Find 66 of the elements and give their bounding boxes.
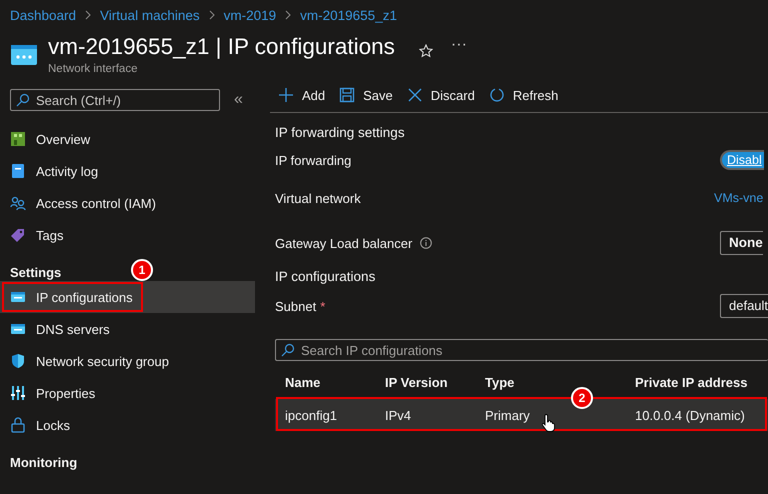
column-header[interactable]: Type: [485, 374, 514, 390]
chevron-icon: [208, 10, 216, 20]
chevron-icon: [284, 10, 292, 20]
callout-badge: 2: [571, 387, 593, 409]
sidebar-icon: [10, 289, 26, 305]
sidebar-item[interactable]: IP configurations: [0, 281, 255, 313]
sidebar-item[interactable]: DNS servers: [0, 313, 255, 345]
sidebar-icon: [10, 385, 26, 401]
network-link[interactable]: VMs-vne: [714, 191, 768, 205]
table-cell: Primary: [485, 408, 530, 422]
sidebar-item[interactable]: Network security group: [0, 345, 255, 377]
section-heading: IP forwarding settings: [275, 125, 406, 142]
toolbar-button[interactable]: Discard: [406, 87, 475, 103]
toolbar-button[interactable]: Save: [339, 87, 393, 103]
dropdown[interactable]: default: [720, 294, 768, 318]
sidebar-icon: [10, 227, 26, 243]
sidebar-icon: [10, 163, 26, 179]
breadcrumb-link[interactable]: Virtual machines: [100, 8, 200, 22]
search-icon: [16, 93, 30, 107]
column-header[interactable]: Name: [285, 374, 320, 390]
refresh-icon: [488, 87, 505, 103]
sidebar-item[interactable]: Tags: [0, 219, 255, 251]
sidebar-icon: [10, 131, 26, 147]
field-label: Gateway Load balancer: [275, 236, 412, 250]
section-heading: Monitoring: [10, 455, 78, 471]
network-interface-icon: [10, 44, 38, 66]
field-label: Virtual network: [275, 190, 361, 206]
breadcrumb-link[interactable]: vm-2019655_z1: [300, 8, 397, 22]
save-icon: [339, 87, 356, 103]
hand-cursor-icon: [541, 413, 557, 433]
sidebar-item[interactable]: Access control (IAM): [0, 187, 255, 219]
plus-icon: [278, 87, 294, 103]
toggle-button[interactable]: Disabl: [720, 150, 764, 170]
column-header[interactable]: IP Version: [385, 374, 448, 390]
sidebar-item[interactable]: Locks: [0, 409, 255, 441]
sidebar-icon: [10, 353, 26, 369]
table-cell: IPv4: [385, 408, 412, 422]
callout-badge: 1: [131, 259, 153, 281]
table-cell: ipconfig1: [285, 408, 338, 422]
collapse-button[interactable]: «: [234, 91, 243, 109]
sidebar-item[interactable]: Overview: [0, 123, 255, 155]
breadcrumb-link[interactable]: Dashboard: [10, 8, 76, 22]
search-icon: [281, 343, 295, 357]
dropdown[interactable]: None: [720, 231, 763, 255]
sidebar-item[interactable]: Activity log: [0, 155, 255, 187]
field-label: IP forwarding: [275, 152, 352, 168]
section-heading: IP configurations: [275, 269, 376, 286]
column-header[interactable]: Private IP address: [635, 374, 748, 390]
sidebar-item[interactable]: Properties: [0, 377, 255, 409]
field-label: Subnet *: [275, 298, 326, 314]
search-field[interactable]: Search IP configurations: [275, 339, 768, 361]
chevron-icon: [84, 10, 92, 20]
sidebar-icon: [10, 195, 26, 211]
star-icon[interactable]: [418, 44, 433, 58]
page-subtitle: Network interface: [48, 63, 138, 75]
search-field[interactable]: Search (Ctrl+/): [10, 89, 220, 111]
more-button[interactable]: ···: [450, 36, 467, 54]
toolbar-button[interactable]: Refresh: [488, 87, 558, 103]
close-icon: [406, 87, 423, 103]
table-cell: 10.0.0.4 (Dynamic): [635, 408, 745, 422]
sidebar-icon: [10, 417, 26, 433]
section-heading: Settings: [10, 265, 62, 281]
page-title: vm-2019655_z1 | IP configurations: [48, 34, 395, 60]
sidebar-icon: [10, 321, 26, 337]
breadcrumb-link[interactable]: vm-2019: [224, 8, 276, 22]
toolbar-button[interactable]: Add: [278, 87, 326, 103]
